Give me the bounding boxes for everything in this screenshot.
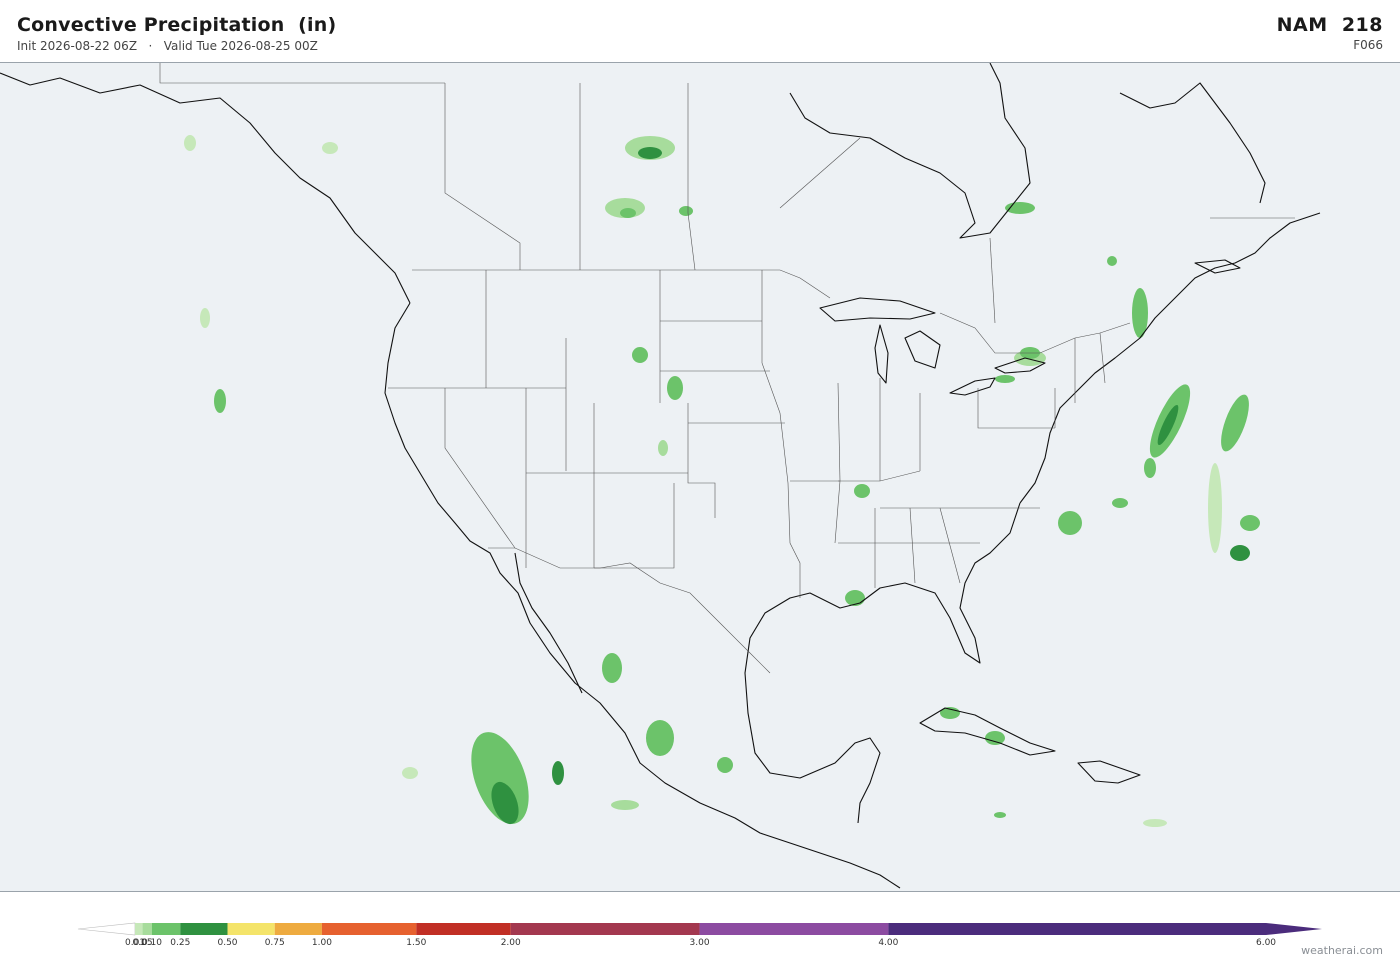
colorbar-tick-label: 0.75 [264, 938, 285, 948]
precipitation-map [0, 62, 1400, 892]
coastlines [0, 63, 1321, 889]
colorbar-tick-label: 4.00 [878, 938, 899, 948]
colorbar-tick-label: 0.10 [141, 938, 163, 948]
map-canvas [0, 63, 1321, 889]
colorbar-extend-low [77, 922, 136, 936]
colorbar-bin-0.10 [151, 923, 181, 935]
colorbar-extend-high [1266, 923, 1322, 935]
site-credit: weatherai.com [1301, 944, 1383, 957]
colorbar-bin-0.50 [227, 923, 275, 935]
map-title: Convective Precipitation (in) [17, 14, 337, 36]
colorbar-tick-label: 3.00 [689, 938, 710, 948]
colorbar-bin-0.05 [142, 923, 152, 935]
precip-fields [184, 135, 1260, 827]
model-name: NAM 218 [1276, 14, 1383, 36]
colorbar [0, 905, 1400, 965]
colorbar-bin-2.00 [510, 923, 700, 935]
colorbar-tick-label: 1.00 [311, 938, 332, 948]
colorbar-tick-label: 6.00 [1255, 938, 1277, 948]
colorbar-bin-1.00 [321, 923, 417, 935]
colorbar-tick-label: 2.00 [500, 938, 521, 948]
colorbar-tick-label: 0.25 [170, 938, 191, 948]
colorbar-bin-4.00 [888, 923, 1266, 935]
colorbar-tick-label: 1.50 [406, 938, 427, 948]
colorbar-tick-label: 0.50 [217, 938, 238, 948]
map-header: Convective Precipitation (in) Init 2026-… [0, 0, 1400, 62]
forecast-hour: F066 [1353, 38, 1383, 52]
colorbar-bin-0.25 [180, 923, 228, 935]
map-init-valid-time: Init 2026-08-22 06Z · Valid Tue 2026-08-… [17, 39, 318, 53]
colorbar-bin-3.00 [699, 923, 889, 935]
political-borders [159, 63, 1295, 674]
colorbar-bin-0.75 [274, 923, 322, 935]
colorbar-bin-0.01 [135, 923, 143, 935]
colorbar-bin-1.50 [416, 923, 511, 935]
